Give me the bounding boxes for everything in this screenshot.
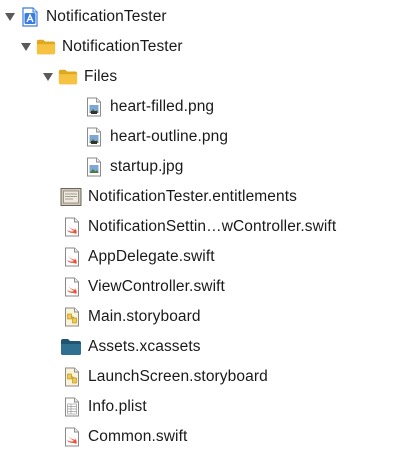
file-row[interactable]: NotificationSettin…wController.swift bbox=[0, 212, 400, 242]
file-name: ViewController.swift bbox=[88, 278, 225, 295]
file-name: Common.swift bbox=[88, 428, 188, 445]
file-name: NotificationTester.entitlements bbox=[88, 188, 298, 205]
file-row[interactable]: heart-outline.png bbox=[0, 122, 400, 152]
file-row[interactable]: AppDelegate.swift bbox=[0, 242, 400, 272]
xcode-project-icon bbox=[20, 7, 40, 27]
file-row[interactable]: startup.jpg bbox=[0, 152, 400, 182]
file-name: LaunchScreen.storyboard bbox=[88, 368, 268, 385]
image-file-icon bbox=[84, 127, 104, 147]
file-name: AppDelegate.swift bbox=[88, 248, 215, 265]
disclosure-triangle-expanded-icon[interactable] bbox=[40, 69, 56, 85]
file-name: Info.plist bbox=[88, 398, 147, 415]
swift-file-icon bbox=[62, 247, 82, 267]
swift-file-icon bbox=[62, 277, 82, 297]
disclosure-triangle-expanded-icon[interactable] bbox=[2, 9, 18, 25]
file-name: startup.jpg bbox=[110, 158, 184, 175]
disclosure-triangle-expanded-icon[interactable] bbox=[18, 39, 34, 55]
project-navigator: NotificationTester NotificationTester Fi… bbox=[0, 0, 400, 457]
file-name: heart-outline.png bbox=[110, 128, 229, 145]
image-file-icon bbox=[84, 157, 104, 177]
entitlements-file-icon bbox=[60, 187, 82, 207]
file-row[interactable]: Info.plist bbox=[0, 392, 400, 422]
file-name: NotificationSettin…wController.swift bbox=[88, 218, 337, 235]
group-row-files[interactable]: Files bbox=[0, 62, 400, 92]
file-row[interactable]: NotificationTester.entitlements bbox=[0, 182, 400, 212]
storyboard-file-icon bbox=[62, 367, 82, 387]
file-row[interactable]: Main.storyboard bbox=[0, 302, 400, 332]
swift-file-icon bbox=[62, 427, 82, 447]
project-row[interactable]: NotificationTester bbox=[0, 2, 400, 32]
file-row[interactable]: Assets.xcassets bbox=[0, 332, 400, 362]
storyboard-file-icon bbox=[62, 307, 82, 327]
swift-file-icon bbox=[62, 217, 82, 237]
file-name: heart-filled.png bbox=[110, 98, 215, 115]
folder-icon bbox=[58, 67, 78, 87]
file-name: Assets.xcassets bbox=[88, 338, 201, 355]
image-file-icon bbox=[84, 97, 104, 117]
file-row[interactable]: ViewController.swift bbox=[0, 272, 400, 302]
file-row[interactable]: LaunchScreen.storyboard bbox=[0, 362, 400, 392]
file-row[interactable]: heart-filled.png bbox=[0, 92, 400, 122]
plist-file-icon bbox=[62, 397, 82, 417]
group-name: Files bbox=[84, 68, 118, 85]
group-row-notificationtester[interactable]: NotificationTester bbox=[0, 32, 400, 62]
project-name: NotificationTester bbox=[46, 8, 167, 25]
group-name: NotificationTester bbox=[62, 38, 183, 55]
asset-catalog-icon bbox=[60, 337, 82, 357]
folder-icon bbox=[36, 37, 56, 57]
file-name: Main.storyboard bbox=[88, 308, 201, 325]
file-row[interactable]: Common.swift bbox=[0, 422, 400, 452]
